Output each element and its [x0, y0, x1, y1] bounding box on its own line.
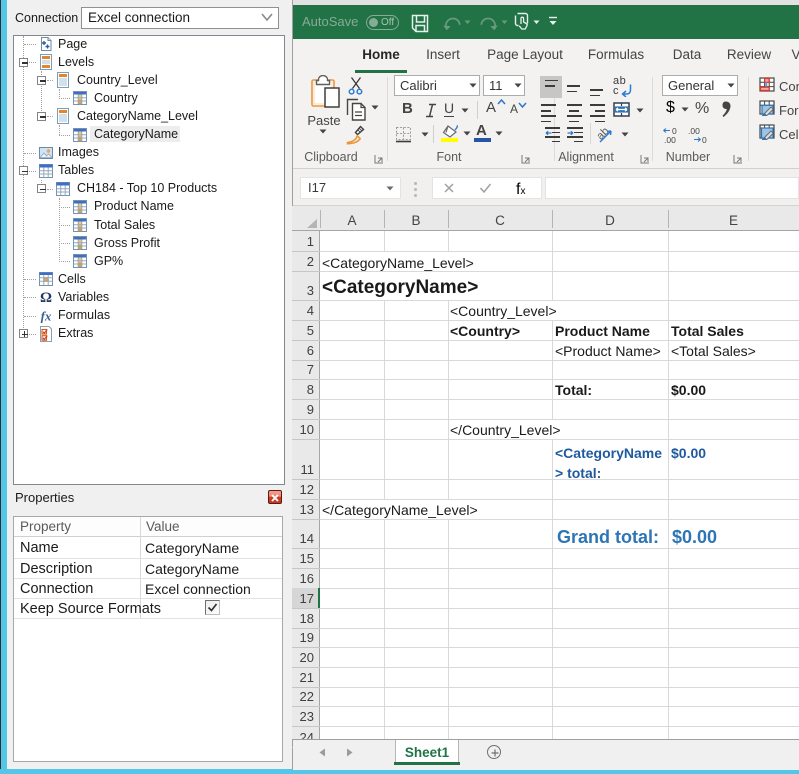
- svg-text:.00: .00: [664, 135, 676, 144]
- svg-text:fx: fx: [41, 308, 52, 323]
- svg-text:0: 0: [702, 135, 707, 144]
- svg-text:Ω: Ω: [40, 290, 52, 305]
- svg-text:.00: .00: [688, 126, 700, 136]
